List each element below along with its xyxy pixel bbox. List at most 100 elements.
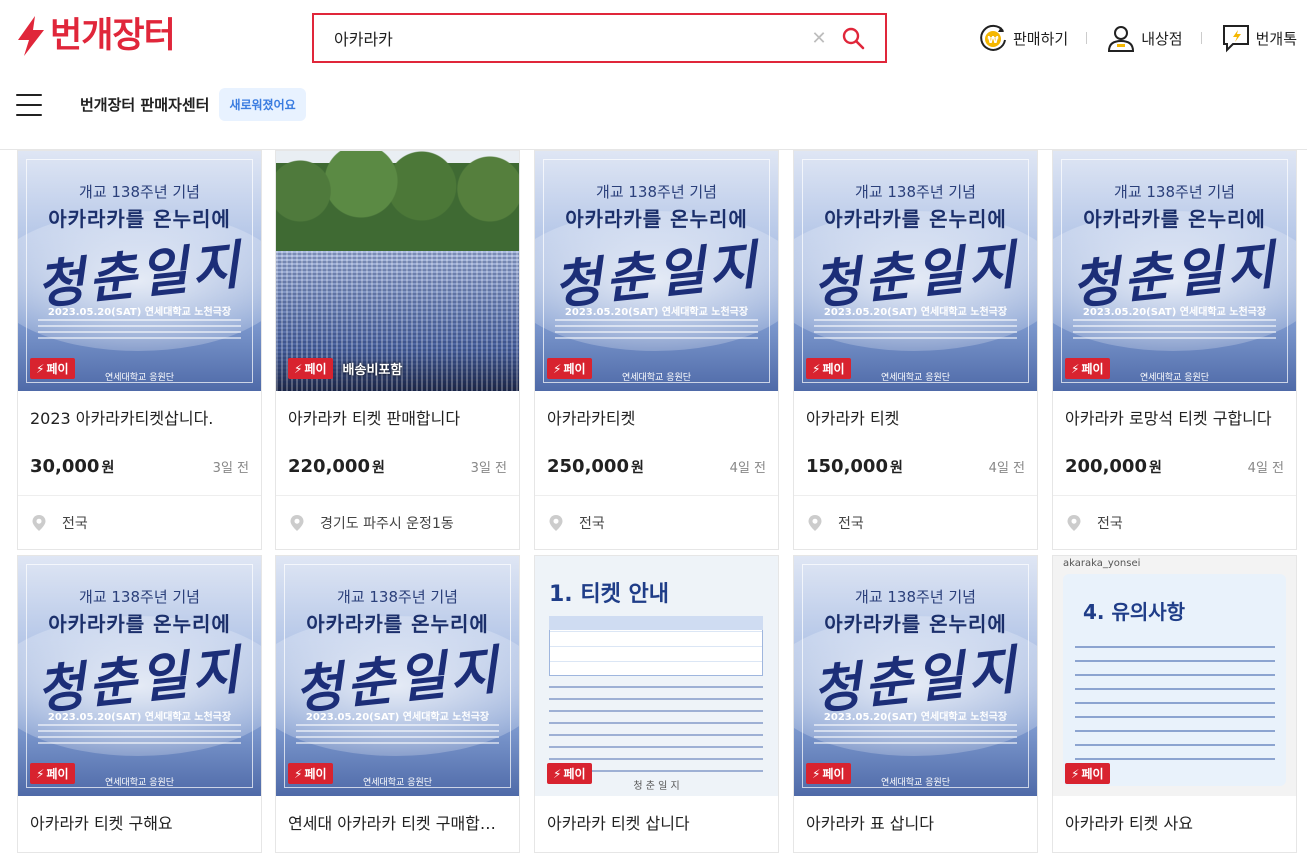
event-poster-image: 개교 138주년 기념 아카라카를 온누리에 청춘일지 2023.05.20(S…: [794, 151, 1037, 391]
clear-icon[interactable]: ✕: [809, 28, 829, 49]
header: 번개장터 ✕ ₩ 판매하기 내상점: [0, 0, 1307, 150]
posted-time: 4일 전: [729, 460, 766, 476]
search-icon[interactable]: [841, 26, 865, 50]
search-input[interactable]: [314, 15, 809, 61]
product-title: 아카라카 티켓 구해요: [30, 814, 173, 833]
badges: ⚡ 페이: [288, 763, 333, 784]
my-shop-button[interactable]: 내상점: [1105, 22, 1183, 54]
pay-badge: ⚡ 페이: [30, 763, 75, 784]
product-thumbnail: 개교 138주년 기념 아카라카를 온누리에 청춘일지 2023.05.20(S…: [794, 151, 1037, 391]
product-price: 200,000 원: [1065, 455, 1162, 477]
product-info: 아카라카 티켓 판매합니다 220,000 원 3일 전: [276, 391, 519, 485]
product-card[interactable]: 개교 138주년 기념 아카라카를 온누리에 청춘일지 2023.05.20(S…: [275, 555, 520, 853]
badges: ⚡ 페이: [547, 358, 592, 379]
product-price: 150,000 원: [806, 455, 903, 477]
menu-icon[interactable]: [16, 93, 42, 116]
product-info: 아카라카 표 삽니다: [794, 796, 1037, 852]
pay-badge: ⚡ 페이: [1065, 358, 1110, 379]
product-price: 250,000 원: [547, 455, 644, 477]
pay-badge: ⚡ 페이: [547, 763, 592, 784]
posted-time: 3일 전: [470, 460, 507, 476]
product-info: 아카라카 로망석 티켓 구합니다 200,000 원 4일 전: [1053, 391, 1296, 485]
product-card[interactable]: 개교 138주년 기념 아카라카를 온누리에 청춘일지 2023.05.20(S…: [793, 555, 1038, 853]
event-poster-image: 개교 138주년 기념 아카라카를 온누리에 청춘일지 2023.05.20(S…: [794, 556, 1037, 796]
sell-label: 판매하기: [1012, 29, 1069, 48]
lightning-icon: ⚡: [294, 361, 303, 376]
product-thumbnail: akaraka_yonsei 4. 유의사항 ⚡ 페이: [1053, 556, 1296, 796]
product-title: 아카라카 티켓: [806, 409, 900, 428]
product-title: 아카라카 로망석 티켓 구합니다: [1065, 409, 1272, 428]
product-title: 연세대 아카라카 티켓 구매합니다: [288, 814, 507, 833]
pay-badge: ⚡ 페이: [288, 358, 333, 379]
posted-time: 4일 전: [1247, 460, 1284, 476]
badges: ⚡ 페이: [547, 763, 592, 784]
price-row: 200,000 원 4일 전: [1065, 447, 1284, 485]
product-thumbnail: 1. 티켓 안내 청 춘 일 지 ⚡ 페이: [535, 556, 778, 796]
lightning-icon: ⚡: [812, 361, 821, 376]
posted-time: 3일 전: [212, 460, 249, 476]
product-info: 연세대 아카라카 티켓 구매합니다: [276, 796, 519, 852]
sell-button[interactable]: ₩ 판매하기: [977, 22, 1068, 54]
product-card[interactable]: 개교 138주년 기념 아카라카를 온누리에 청춘일지 2023.05.20(S…: [793, 150, 1038, 550]
product-info: 아카라카 티켓 150,000 원 4일 전: [794, 391, 1037, 485]
badges: ⚡ 페이: [30, 358, 75, 379]
event-poster-image: 개교 138주년 기념 아카라카를 온누리에 청춘일지 2023.05.20(S…: [1053, 151, 1296, 391]
posted-time: 4일 전: [988, 460, 1025, 476]
pay-badge: ⚡ 페이: [547, 358, 592, 379]
product-card[interactable]: 개교 138주년 기념 아카라카를 온누리에 청춘일지 2023.05.20(S…: [17, 555, 262, 853]
chat-icon: [1222, 25, 1249, 53]
logo-text: 번개장터: [50, 16, 176, 56]
badges: ⚡ 페이: [806, 358, 851, 379]
badges: ⚡ 페이: [1065, 763, 1110, 784]
location-pin-icon: [290, 514, 304, 531]
product-thumbnail: 개교 138주년 기념 아카라카를 온누리에 청춘일지 2023.05.20(S…: [276, 556, 519, 796]
product-info: 아카라카 티켓 구해요: [18, 796, 261, 852]
product-thumbnail: 개교 138주년 기념 아카라카를 온누리에 청춘일지 2023.05.20(S…: [18, 556, 261, 796]
product-card[interactable]: ⚡ 페이 배송비포함 아카라카 티켓 판매합니다 220,000 원 3일 전 경기…: [275, 150, 520, 550]
lightning-icon: ⚡: [553, 766, 562, 781]
logo[interactable]: 번개장터: [16, 16, 176, 56]
product-info: 2023 아카라카티켓삽니다. 30,000 원 3일 전: [18, 391, 261, 485]
product-card[interactable]: 개교 138주년 기념 아카라카를 온누리에 청춘일지 2023.05.20(S…: [534, 150, 779, 550]
event-poster-image: 개교 138주년 기념 아카라카를 온누리에 청춘일지 2023.05.20(S…: [18, 556, 261, 796]
new-badge: 새로워졌어요: [219, 88, 306, 121]
product-price: 30,000 원: [30, 455, 115, 477]
event-poster-image: 개교 138주년 기념 아카라카를 온누리에 청춘일지 2023.05.20(S…: [276, 556, 519, 796]
product-info: 아카라카 티켓 삽니다: [535, 796, 778, 852]
lightning-icon: ⚡: [553, 361, 562, 376]
lightning-icon: ⚡: [36, 766, 45, 781]
pay-badge: ⚡ 페이: [806, 358, 851, 379]
chat-button[interactable]: 번개톡: [1220, 22, 1297, 54]
product-location: 전국: [794, 495, 1037, 549]
pay-badge: ⚡ 페이: [1065, 763, 1110, 784]
won-coin-icon: ₩: [980, 24, 1006, 51]
lightning-icon: ⚡: [1071, 766, 1080, 781]
product-location: 전국: [18, 495, 261, 549]
price-row: 220,000 원 3일 전: [288, 447, 507, 485]
my-shop-label: 내상점: [1141, 29, 1183, 48]
product-card[interactable]: akaraka_yonsei 4. 유의사항 ⚡ 페이 아카라카 티켓 사요: [1052, 555, 1297, 853]
badges: ⚡ 페이: [30, 763, 75, 784]
product-title: 아카라카 티켓 판매합니다: [288, 409, 461, 428]
seller-center-link[interactable]: 번개장터 판매자센터: [80, 94, 209, 115]
product-card[interactable]: 1. 티켓 안내 청 춘 일 지 ⚡ 페이 아카라카 티켓 삽니다: [534, 555, 779, 853]
product-thumbnail: 개교 138주년 기념 아카라카를 온누리에 청춘일지 2023.05.20(S…: [535, 151, 778, 391]
divider: [1086, 32, 1088, 44]
price-row: 250,000 원 4일 전: [547, 447, 766, 485]
shipping-included-badge: 배송비포함: [342, 363, 403, 378]
location-pin-icon: [32, 514, 46, 531]
product-title: 아카라카 티켓 사요: [1065, 814, 1193, 833]
product-card[interactable]: 개교 138주년 기념 아카라카를 온누리에 청춘일지 2023.05.20(S…: [17, 150, 262, 550]
lightning-icon: ⚡: [812, 766, 821, 781]
lightning-logo-icon: [18, 16, 44, 56]
search-bar: ✕: [312, 13, 887, 63]
product-location: 경기도 파주시 운정1동: [276, 495, 519, 549]
product-card[interactable]: 개교 138주년 기념 아카라카를 온누리에 청춘일지 2023.05.20(S…: [1052, 150, 1297, 550]
event-poster-image: 개교 138주년 기념 아카라카를 온누리에 청춘일지 2023.05.20(S…: [18, 151, 261, 391]
product-title: 2023 아카라카티켓삽니다.: [30, 409, 214, 428]
chat-label: 번개톡: [1255, 29, 1297, 48]
pay-badge: ⚡ 페이: [30, 358, 75, 379]
location-pin-icon: [549, 514, 563, 531]
lightning-icon: ⚡: [294, 766, 303, 781]
ticket-info-image: 1. 티켓 안내 청 춘 일 지: [535, 556, 778, 796]
